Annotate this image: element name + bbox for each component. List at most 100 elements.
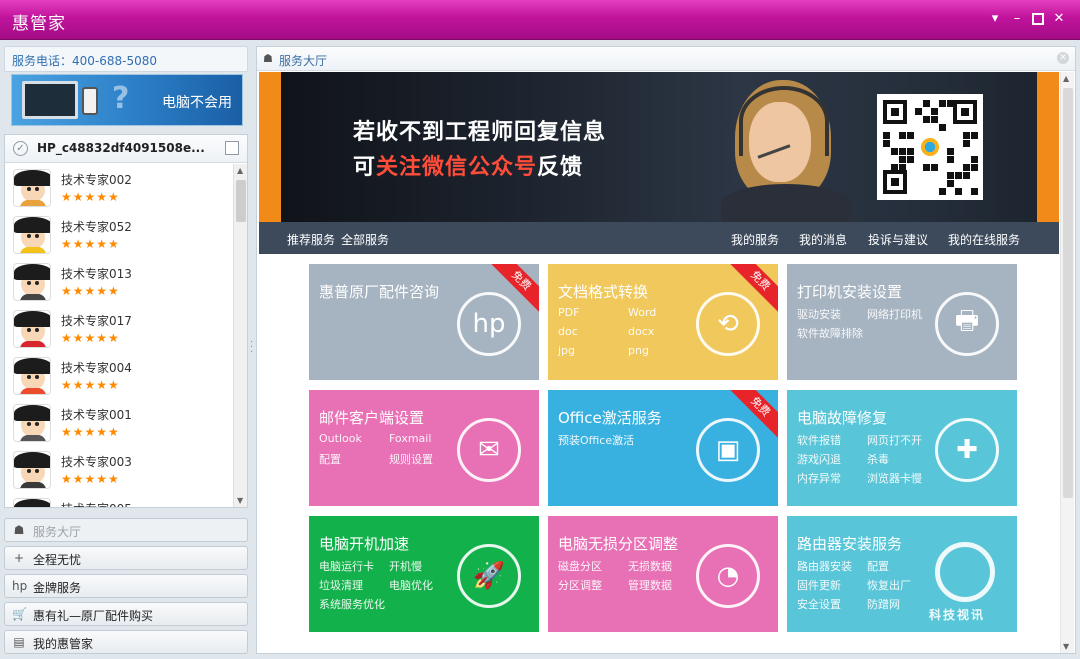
tile-subitem: 安全设置 <box>797 598 841 611</box>
tile-icon: ✉ <box>457 418 521 482</box>
expert-panel: ✓ HP_c48832df4091508e... 技术专家002 ★★★★★ 技术专… <box>4 134 248 508</box>
expert-item[interactable]: 技术专家017 ★★★★★ <box>5 305 233 352</box>
tile-subitem: 网络打印机 <box>867 308 922 321</box>
tile-subitem: 游戏闪退 <box>797 453 841 466</box>
nav-icon: ☗ <box>13 523 25 537</box>
rating-stars: ★★★★★ <box>61 425 120 439</box>
expert-name: 技术专家003 <box>61 455 132 469</box>
nav-gold-service[interactable]: hp 金牌服务 <box>4 574 248 598</box>
tile-subitem: 配置 <box>867 560 889 573</box>
expert-item[interactable]: 技术专家002 ★★★★★ <box>5 164 233 211</box>
panel-splitter[interactable]: · · · <box>250 338 254 358</box>
hero-line-2-post: 反馈 <box>537 155 584 180</box>
tile-title: 电脑开机加速 <box>319 535 410 553</box>
tile-subitem: 管理数据 <box>628 579 672 592</box>
tile-title: 电脑故障修复 <box>797 409 888 427</box>
tile-title: 打印机安装设置 <box>797 283 903 301</box>
nav-my-account[interactable]: ▤ 我的惠管家 <box>4 630 248 654</box>
tile-subitem: 软件报错 <box>797 434 841 447</box>
tile-subitem: 网页打不开 <box>867 434 922 447</box>
service-tile[interactable]: 打印机安装设置 驱动安装 网络打印机 软件故障排除 🖶 <box>787 264 1017 380</box>
check-circle-icon[interactable]: ✓ <box>13 141 28 156</box>
rating-stars: ★★★★★ <box>61 284 120 298</box>
subnav-link[interactable]: 我的在线服务 <box>948 231 1020 248</box>
nav-label: 我的惠管家 <box>33 637 94 651</box>
expert-name: 技术专家052 <box>61 220 132 234</box>
maximize-icon[interactable] <box>1032 13 1044 25</box>
hero-banner[interactable]: 若收不到工程师回复信息 可关注微信公众号反馈 <box>259 72 1059 224</box>
tile-subitem: Foxmail <box>389 432 432 445</box>
hero-right-stripe <box>1037 72 1059 222</box>
tile-subitem: Outlook <box>319 432 362 445</box>
scroll-down-icon[interactable]: ▼ <box>1063 642 1069 651</box>
expert-name: 技术专家013 <box>61 267 132 281</box>
window-controls: ▾ – ✕ <box>988 12 1066 26</box>
expert-item[interactable]: 技术专家003 ★★★★★ <box>5 446 233 493</box>
expert-item[interactable]: 技术专家004 ★★★★★ <box>5 352 233 399</box>
expert-item[interactable]: 技术专家013 ★★★★★ <box>5 258 233 305</box>
nav-service-hall[interactable]: ☗ 服务大厅 <box>4 518 248 542</box>
expert-item[interactable]: 技术专家001 ★★★★★ <box>5 399 233 446</box>
tile-subitem: jpg <box>558 344 576 357</box>
promo-banner[interactable]: ? 电脑不会用 <box>11 74 243 126</box>
nav-label: 服务大厅 <box>33 525 82 539</box>
tile-icon: ⟲ <box>696 292 760 356</box>
tile-subitem: 软件故障排除 <box>797 327 863 340</box>
tile-subitem: 磁盘分区 <box>558 560 602 573</box>
expert-avatar <box>13 357 51 395</box>
service-tile[interactable]: 惠普原厂配件咨询 hp 免费 <box>309 264 539 380</box>
hero-line-2-pre: 可 <box>353 155 377 180</box>
copy-icon[interactable] <box>225 141 239 155</box>
service-hall-content: 若收不到工程师回复信息 可关注微信公众号反馈 推荐服务 全部服务 我的服务 我的消息 投… <box>259 72 1059 653</box>
dropdown-menu-icon[interactable]: ▾ <box>988 12 1002 26</box>
tile-subitem: 预装Office激活 <box>558 434 635 447</box>
expert-list-scrollbar[interactable]: ▲ ▼ <box>233 164 247 507</box>
service-tile[interactable]: 电脑故障修复 软件报错 网页打不开 游戏闪退 杀毒 内存异常 浏览器卡慢 ✚ <box>787 390 1017 506</box>
expert-avatar <box>13 451 51 489</box>
nav-parts-shop[interactable]: 🛒 惠有礼—原厂配件购买 <box>4 602 248 626</box>
tab-close-icon[interactable]: ✕ <box>1057 52 1069 64</box>
expert-item[interactable]: 技术专家005 <box>5 493 233 507</box>
minimize-icon[interactable]: – <box>1010 12 1024 26</box>
scroll-up-icon[interactable]: ▲ <box>1063 74 1069 83</box>
scroll-thumb[interactable] <box>236 180 246 222</box>
tile-title: 惠普原厂配件咨询 <box>319 283 440 301</box>
title-bar: 惠管家 ▾ – ✕ <box>0 0 1080 40</box>
hall-icon: ☗ <box>263 52 273 65</box>
nav-worry-free[interactable]: + 全程无忧 <box>4 546 248 570</box>
tile-icon: ▣ <box>696 418 760 482</box>
tile-subitem: 开机慢 <box>389 560 422 573</box>
close-icon[interactable]: ✕ <box>1052 12 1066 26</box>
tile-subitem: 杀毒 <box>867 453 889 466</box>
scroll-up-icon[interactable]: ▲ <box>237 166 243 175</box>
service-phone: 服务电话：400-688-5080 <box>12 54 158 68</box>
subnav-link[interactable]: 我的消息 <box>799 231 847 248</box>
service-tile[interactable]: 电脑无损分区调整 磁盘分区 无损数据 分区调整 管理数据 ◔ <box>548 516 778 632</box>
service-tile[interactable]: 文档格式转换 PDF Word doc docx jpg png ⟲ 免费 <box>548 264 778 380</box>
service-tile[interactable]: Office激活服务 预装Office激活 ▣ 免费 <box>548 390 778 506</box>
tile-subitem: 电脑优化 <box>389 579 433 592</box>
tile-subitem: 垃圾清理 <box>319 579 363 592</box>
service-tile[interactable]: 路由器安装服务 路由器安装 配置 固件更新 恢复出厂 安全设置 防蹭网 科技视讯 <box>787 516 1017 632</box>
nav-label: 全程无忧 <box>33 553 82 567</box>
expert-item[interactable]: 技术专家052 ★★★★★ <box>5 211 233 258</box>
nav-label: 金牌服务 <box>33 581 82 595</box>
hero-left-stripe <box>259 72 281 222</box>
scroll-down-icon[interactable]: ▼ <box>237 496 243 505</box>
main-tab-bar: ☗ 服务大厅 ✕ <box>257 47 1075 71</box>
tab-service-hall[interactable]: 服务大厅 <box>279 52 327 69</box>
subnav-link[interactable]: 投诉与建议 <box>868 231 928 248</box>
content-scrollbar[interactable]: ▲ ▼ <box>1060 72 1074 653</box>
service-tile[interactable]: 电脑开机加速 电脑运行卡 开机慢 垃圾清理 电脑优化 系统服务优化 🚀 <box>309 516 539 632</box>
service-tile[interactable]: 邮件客户端设置 Outlook Foxmail 配置 规则设置 ✉ <box>309 390 539 506</box>
subnav-link[interactable]: 我的服务 <box>731 231 779 248</box>
tile-subitem: doc <box>558 325 578 338</box>
tile-subitem: PDF <box>558 306 580 319</box>
expert-avatar <box>13 263 51 301</box>
subnav-link[interactable]: 全部服务 <box>341 231 389 248</box>
watermark-logo: 科技视讯 <box>929 540 1009 624</box>
subnav-link[interactable]: 推荐服务 <box>287 231 335 248</box>
support-agent-image <box>717 80 857 224</box>
scroll-thumb[interactable] <box>1063 88 1073 498</box>
watermark-text: 科技视讯 <box>929 608 986 622</box>
